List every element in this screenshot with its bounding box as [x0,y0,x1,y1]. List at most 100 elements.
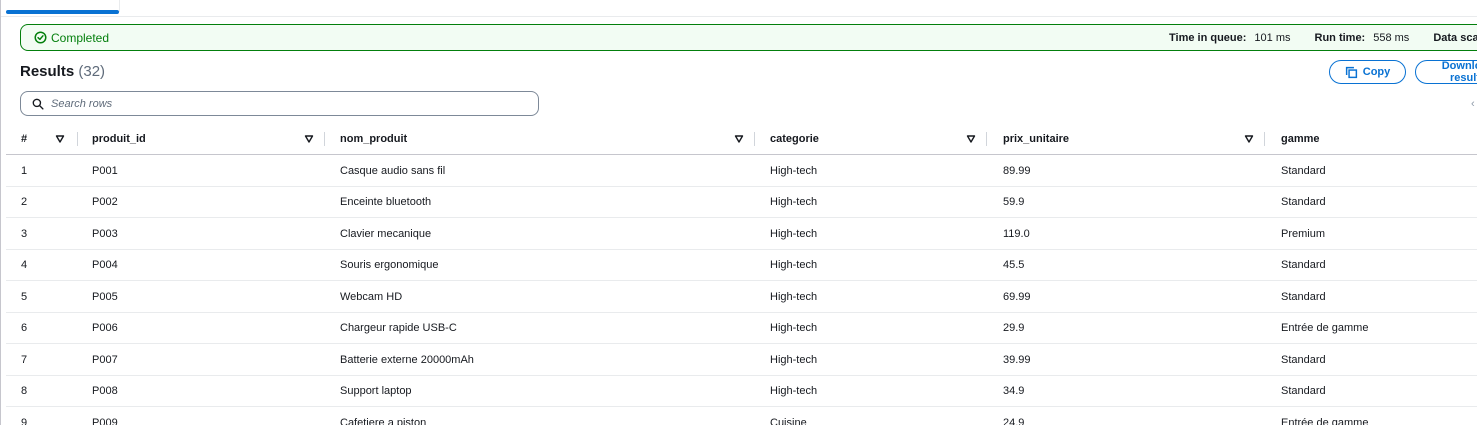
table-body: 1 P001 Casque audio sans fil High-tech 89.99… [6,155,1477,425]
check-circle-icon [34,31,47,44]
cell-gamme: Premium [1281,227,1326,240]
column-divider[interactable] [754,132,755,146]
cell-produit-id: P005 [92,290,118,303]
metric-label: Run time: [1314,31,1366,44]
table-row[interactable]: 9 P009 Cafetiere a piston Cuisine 24.9 Entrée… [6,407,1477,425]
cell-gamme: Standard [1281,164,1326,177]
metric-value: 101 ms [1254,31,1291,44]
column-header-gamme[interactable]: gamme [1281,124,1320,154]
cell-nom-produit: Enceinte bluetooth [340,196,432,208]
table-row[interactable]: 7 P007 Batterie externe 20000mAh High-tech 3… [6,344,1477,376]
sort-icon[interactable] [734,134,744,144]
table-header: # produit_id nom_produit categorie prix_… [6,124,1477,155]
cell-gamme: Standard [1281,196,1326,208]
column-header-categorie[interactable]: categorie [770,124,819,154]
column-divider[interactable] [324,132,325,146]
cell-categorie: High-tech [770,259,818,271]
column-header-index: # [21,133,28,145]
cell-prix-unitaire: 119.0 [1003,227,1030,240]
cell-produit-id: P001 [92,164,118,177]
column-header-produit-id[interactable]: produit_id [92,124,146,154]
cell-nom-produit: Support laptop [340,385,412,397]
cell-gamme: Standard [1281,259,1326,271]
cell-produit-id: P009 [92,416,118,425]
sort-icon[interactable] [1244,134,1254,144]
cell-prix-unitaire: 45.5 [1003,259,1025,271]
results-count: (32) [78,63,106,80]
cell-categorie: Cuisine [770,416,807,425]
search-icon [32,98,44,110]
editor-tabs [1,0,1477,17]
cell-index: 1 [21,164,28,177]
sort-icon[interactable] [55,134,65,144]
cell-produit-id: P006 [92,322,118,334]
table-row[interactable]: 1 P001 Casque audio sans fil High-tech 89.99… [6,155,1477,187]
cell-index: 3 [21,227,28,240]
cell-prix-unitaire: 59.9 [1003,196,1025,208]
copy-button[interactable]: Copy [1329,60,1406,84]
results-table: # produit_id nom_produit categorie prix_… [6,124,1477,425]
cell-nom-produit: Cafetiere a piston [340,416,427,425]
status-indicator: Completed [34,25,109,50]
cell-nom-produit: Batterie externe 20000mAh [340,353,474,366]
copy-icon [1345,66,1358,79]
table-row[interactable]: 8 P008 Support laptop High-tech 34.9 Standard [6,376,1477,407]
download-button-label: Download results [1441,60,1477,84]
query-metrics: Time in queue: 101 ms Run time: 558 ms D… [1169,25,1477,50]
cell-prix-unitaire: 24.9 [1003,416,1025,425]
cell-categorie: High-tech [770,385,818,397]
table-row[interactable]: 5 P005 Webcam HD High-tech 69.99 Standard [6,281,1477,313]
metric-value: 558 ms [1373,31,1410,44]
status-label: Completed [51,30,110,45]
table-row[interactable]: 3 P003 Clavier mecanique High-tech 119.0 Prem… [6,218,1477,250]
cell-categorie: High-tech [770,322,818,334]
metric-label: Data scanned: [1433,31,1477,44]
cell-nom-produit: Souris ergonomique [340,259,439,271]
sort-icon[interactable] [966,134,976,144]
table-row[interactable]: 4 P004 Souris ergonomique High-tech 45.5 Stan… [6,250,1477,281]
column-header-prix-unitaire[interactable]: prix_unitaire [1003,124,1069,154]
cell-gamme: Standard [1281,290,1326,303]
cell-gamme: Standard [1281,385,1326,397]
metric-label: Time in queue: [1169,31,1247,44]
sort-icon[interactable] [304,134,314,144]
cell-gamme: Entrée de gamme [1281,416,1369,425]
column-divider[interactable] [986,132,987,146]
cell-index: 9 [21,416,28,425]
cell-categorie: High-tech [770,353,818,366]
column-divider[interactable] [1264,132,1265,146]
metric-run-time: Run time: 558 ms [1315,32,1410,44]
cell-prix-unitaire: 34.9 [1003,385,1025,397]
active-tab-indicator[interactable] [6,10,119,14]
cell-index: 2 [21,196,28,208]
previous-page-icon[interactable]: ‹ [1471,98,1475,110]
cell-produit-id: P004 [92,259,118,271]
download-results-button[interactable]: Download results [1415,60,1477,84]
cell-nom-produit: Clavier mecanique [340,227,432,240]
cell-produit-id: P008 [92,385,118,397]
metric-time-in-queue: Time in queue: 101 ms [1169,32,1291,44]
column-header-nom-produit[interactable]: nom_produit [340,124,407,154]
search-rows-field[interactable] [20,91,539,116]
search-input[interactable] [51,97,511,110]
cell-produit-id: P003 [92,227,118,240]
cell-gamme: Standard [1281,353,1326,366]
copy-button-label: Copy [1362,66,1391,78]
cell-gamme: Entrée de gamme [1281,322,1369,334]
cell-index: 8 [21,385,28,397]
cell-nom-produit: Casque audio sans fil [340,164,446,177]
cell-nom-produit: Webcam HD [340,290,403,303]
results-title: Results [20,63,75,80]
tab-divider [119,0,120,12]
column-divider[interactable] [77,132,78,146]
cell-categorie: High-tech [770,164,818,177]
cell-produit-id: P007 [92,353,118,366]
query-results-panel: Completed Time in queue: 101 ms Run time… [0,0,1477,425]
cell-index: 4 [21,259,28,271]
cell-prix-unitaire: 69.99 [1003,290,1031,303]
cell-categorie: High-tech [770,290,818,303]
table-row[interactable]: 6 P006 Chargeur rapide USB-C High-tech 29.9 E… [6,313,1477,344]
cell-index: 7 [21,353,28,366]
cell-index: 5 [21,290,28,303]
table-row[interactable]: 2 P002 Enceinte bluetooth High-tech 59.9 Stan… [6,187,1477,218]
